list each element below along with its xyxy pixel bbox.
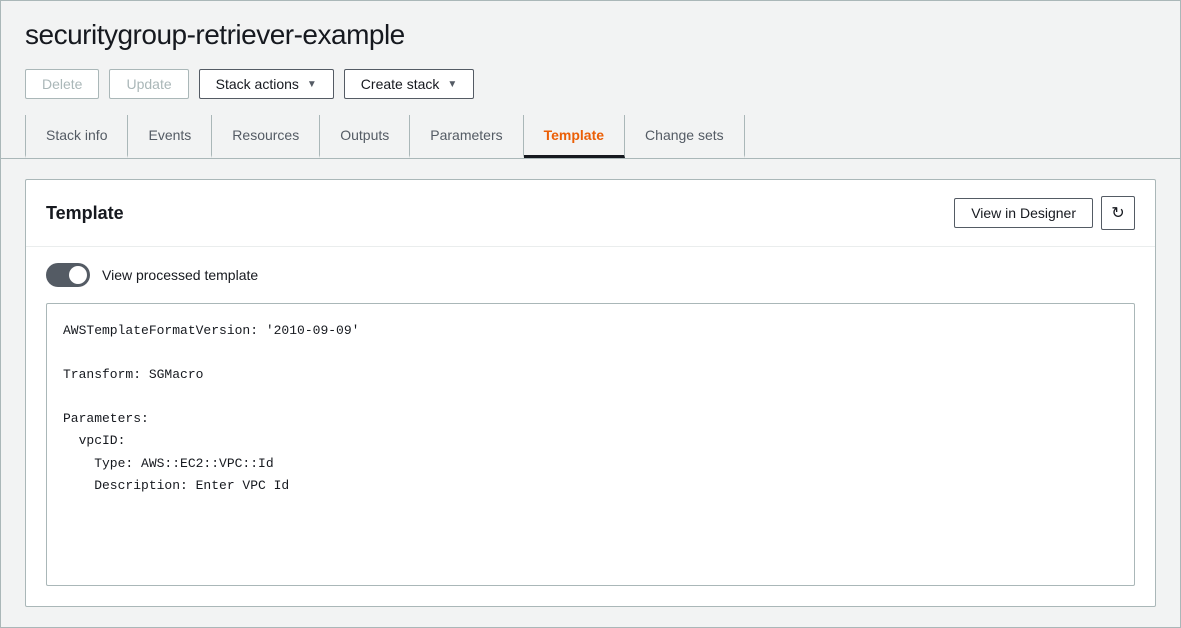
toggle-label: View processed template [102,267,258,283]
header-area: securitygroup-retriever-example Delete U… [1,1,1180,99]
code-area[interactable]: AWSTemplateFormatVersion: '2010-09-09' T… [46,303,1135,586]
create-stack-chevron-icon: ▼ [447,79,457,90]
view-processed-toggle[interactable] [46,263,90,287]
create-stack-label: Create stack [361,76,440,92]
update-button[interactable]: Update [109,69,188,99]
toolbar: Delete Update Stack actions ▼ Create sta… [25,69,1156,99]
tab-outputs[interactable]: Outputs [320,115,410,158]
tab-change-sets[interactable]: Change sets [625,115,745,158]
tabs-bar: Stack info Events Resources Outputs Para… [1,115,1180,159]
tab-parameters[interactable]: Parameters [410,115,523,158]
panel-actions: View in Designer ↻ [954,196,1135,230]
page-wrapper: securitygroup-retriever-example Delete U… [0,0,1181,628]
panel-title: Template [46,203,124,224]
stack-actions-button[interactable]: Stack actions ▼ [199,69,334,99]
page-title: securitygroup-retriever-example [25,19,1156,51]
stack-actions-label: Stack actions [216,76,299,92]
delete-button[interactable]: Delete [25,69,99,99]
refresh-icon: ↻ [1111,203,1124,223]
create-stack-button[interactable]: Create stack ▼ [344,69,475,99]
view-in-designer-button[interactable]: View in Designer [954,198,1093,228]
refresh-button[interactable]: ↻ [1101,196,1135,230]
main-content: Template View in Designer ↻ View process… [1,159,1180,627]
content-panel: Template View in Designer ↻ View process… [25,179,1156,607]
panel-header: Template View in Designer ↻ [26,180,1155,247]
tab-events[interactable]: Events [128,115,212,158]
toggle-row: View processed template [26,247,1155,303]
stack-actions-chevron-icon: ▼ [307,79,317,90]
tab-template[interactable]: Template [524,115,625,158]
template-code: AWSTemplateFormatVersion: '2010-09-09' T… [63,320,1118,497]
tab-resources[interactable]: Resources [212,115,320,158]
toggle-knob [69,266,87,284]
tab-stack-info[interactable]: Stack info [25,115,128,158]
